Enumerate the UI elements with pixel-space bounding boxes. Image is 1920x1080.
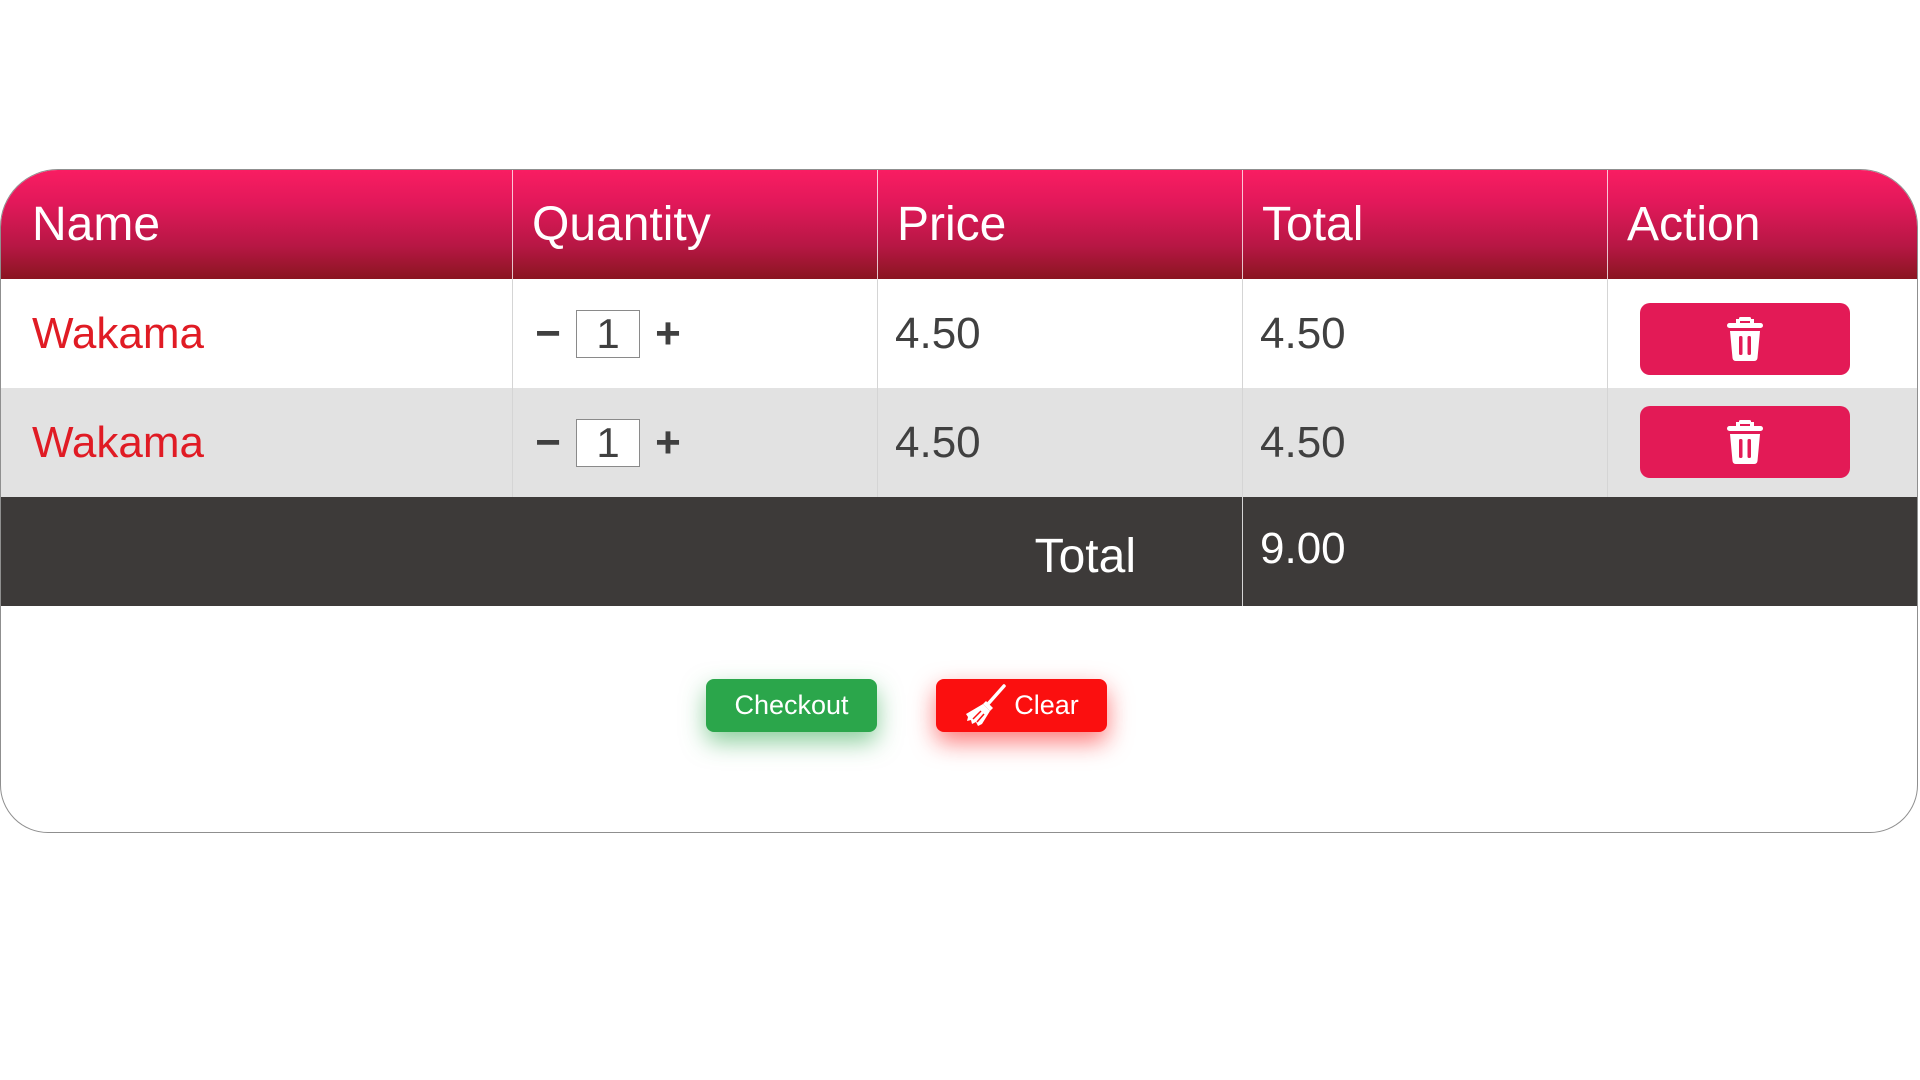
action-cell (1607, 388, 1917, 497)
header-quantity: Quantity (512, 170, 877, 279)
decrement-button[interactable]: − (530, 420, 566, 465)
quantity-input[interactable] (576, 418, 640, 467)
clear-button[interactable]: Clear (936, 679, 1107, 732)
item-price: 4.50 (877, 279, 1242, 388)
checkout-label: Checkout (734, 690, 849, 720)
broom-icon (966, 683, 1006, 726)
delete-button[interactable] (1640, 303, 1850, 375)
cart-container: Name Quantity Price Total Action Wakama … (0, 169, 1918, 833)
item-price: 4.50 (877, 388, 1242, 497)
header-action: Action (1607, 170, 1917, 279)
action-cell (1607, 279, 1917, 388)
header-name: Name (32, 198, 161, 251)
item-total: 4.50 (1242, 388, 1607, 497)
table-row: Wakama − + 4.50 4.50 (1, 388, 1917, 497)
quantity-input[interactable] (576, 309, 640, 358)
checkout-button[interactable]: Checkout (706, 679, 877, 732)
decrement-button[interactable]: − (530, 311, 566, 356)
clear-label: Clear (1014, 690, 1079, 720)
table-header-row: Name Quantity Price Total Action (1, 170, 1917, 279)
trash-icon (1727, 420, 1763, 464)
item-name: Wakama (32, 308, 204, 358)
increment-button[interactable]: + (650, 420, 686, 465)
increment-button[interactable]: + (650, 311, 686, 356)
header-price: Price (877, 170, 1242, 279)
item-name: Wakama (32, 417, 204, 467)
header-total: Total (1242, 170, 1607, 279)
trash-icon (1727, 317, 1763, 361)
quantity-stepper: − + (512, 279, 877, 388)
table-row: Wakama − + 4.50 4.50 (1, 279, 1917, 388)
item-total: 4.50 (1242, 279, 1607, 388)
delete-button[interactable] (1640, 406, 1850, 478)
total-value: 9.00 (1242, 497, 1917, 606)
total-label: Total (1034, 530, 1136, 583)
quantity-stepper: − + (512, 388, 877, 497)
total-row: Total 9.00 (1, 497, 1917, 606)
